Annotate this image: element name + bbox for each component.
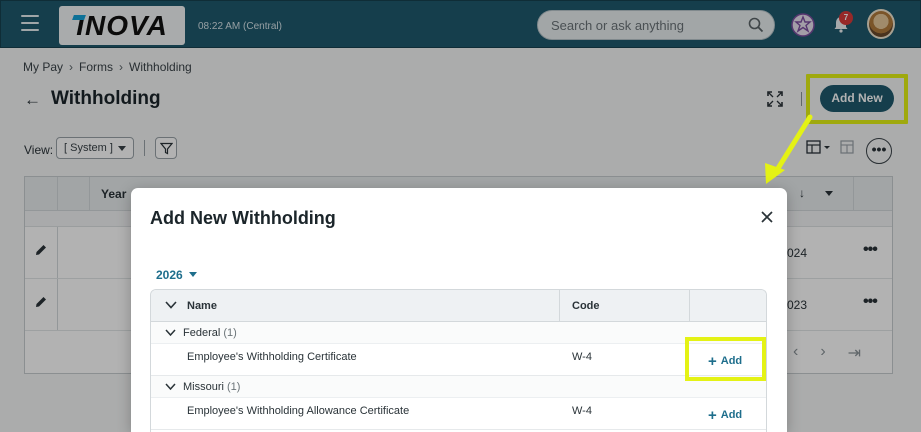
plus-icon: + xyxy=(708,353,717,370)
year-select[interactable]: 2026 xyxy=(156,268,197,282)
add-button[interactable]: + Add xyxy=(708,407,742,424)
group-count: (1) xyxy=(227,381,241,393)
year-select-value: 2026 xyxy=(156,268,183,282)
group-row-federal[interactable]: Federal (1) xyxy=(151,322,766,344)
form-name: Employee's Withholding Allowance Certifi… xyxy=(187,405,410,417)
group-row-missouri[interactable]: Missouri (1) xyxy=(151,376,766,398)
form-code: W-4 xyxy=(572,351,592,363)
column-header-name[interactable]: Name xyxy=(187,300,217,312)
close-icon[interactable] xyxy=(759,209,775,225)
column-divider xyxy=(559,290,560,322)
column-header-code[interactable]: Code xyxy=(572,300,600,312)
add-label: Add xyxy=(720,355,743,367)
list-item: Employee's Withholding Certificate W-4 +… xyxy=(151,344,766,376)
chevron-down-icon[interactable] xyxy=(165,382,176,391)
chevron-down-icon[interactable] xyxy=(165,328,176,337)
forms-table-header: Name Code xyxy=(151,290,766,322)
list-item: Employee's Withholding Allowance Certifi… xyxy=(151,398,766,430)
group-label: Missouri (1) xyxy=(183,381,240,393)
forms-table: Name Code Federal (1) Employee's Withhol… xyxy=(150,289,767,432)
group-name: Missouri xyxy=(183,381,224,393)
caret-down-icon xyxy=(188,272,197,277)
add-button[interactable]: + Add xyxy=(708,353,742,370)
group-name: Federal xyxy=(183,327,221,339)
group-count: (1) xyxy=(223,327,237,339)
group-label: Federal (1) xyxy=(183,327,237,339)
dialog-title: Add New Withholding xyxy=(150,208,336,228)
form-code: W-4 xyxy=(572,405,592,417)
add-new-withholding-dialog: Add New Withholding 2026 Name Code Feder… xyxy=(131,188,787,432)
add-label: Add xyxy=(720,409,743,421)
plus-icon: + xyxy=(708,407,717,424)
form-name: Employee's Withholding Certificate xyxy=(187,351,357,363)
column-divider xyxy=(689,290,690,322)
chevron-down-icon[interactable] xyxy=(165,300,177,310)
